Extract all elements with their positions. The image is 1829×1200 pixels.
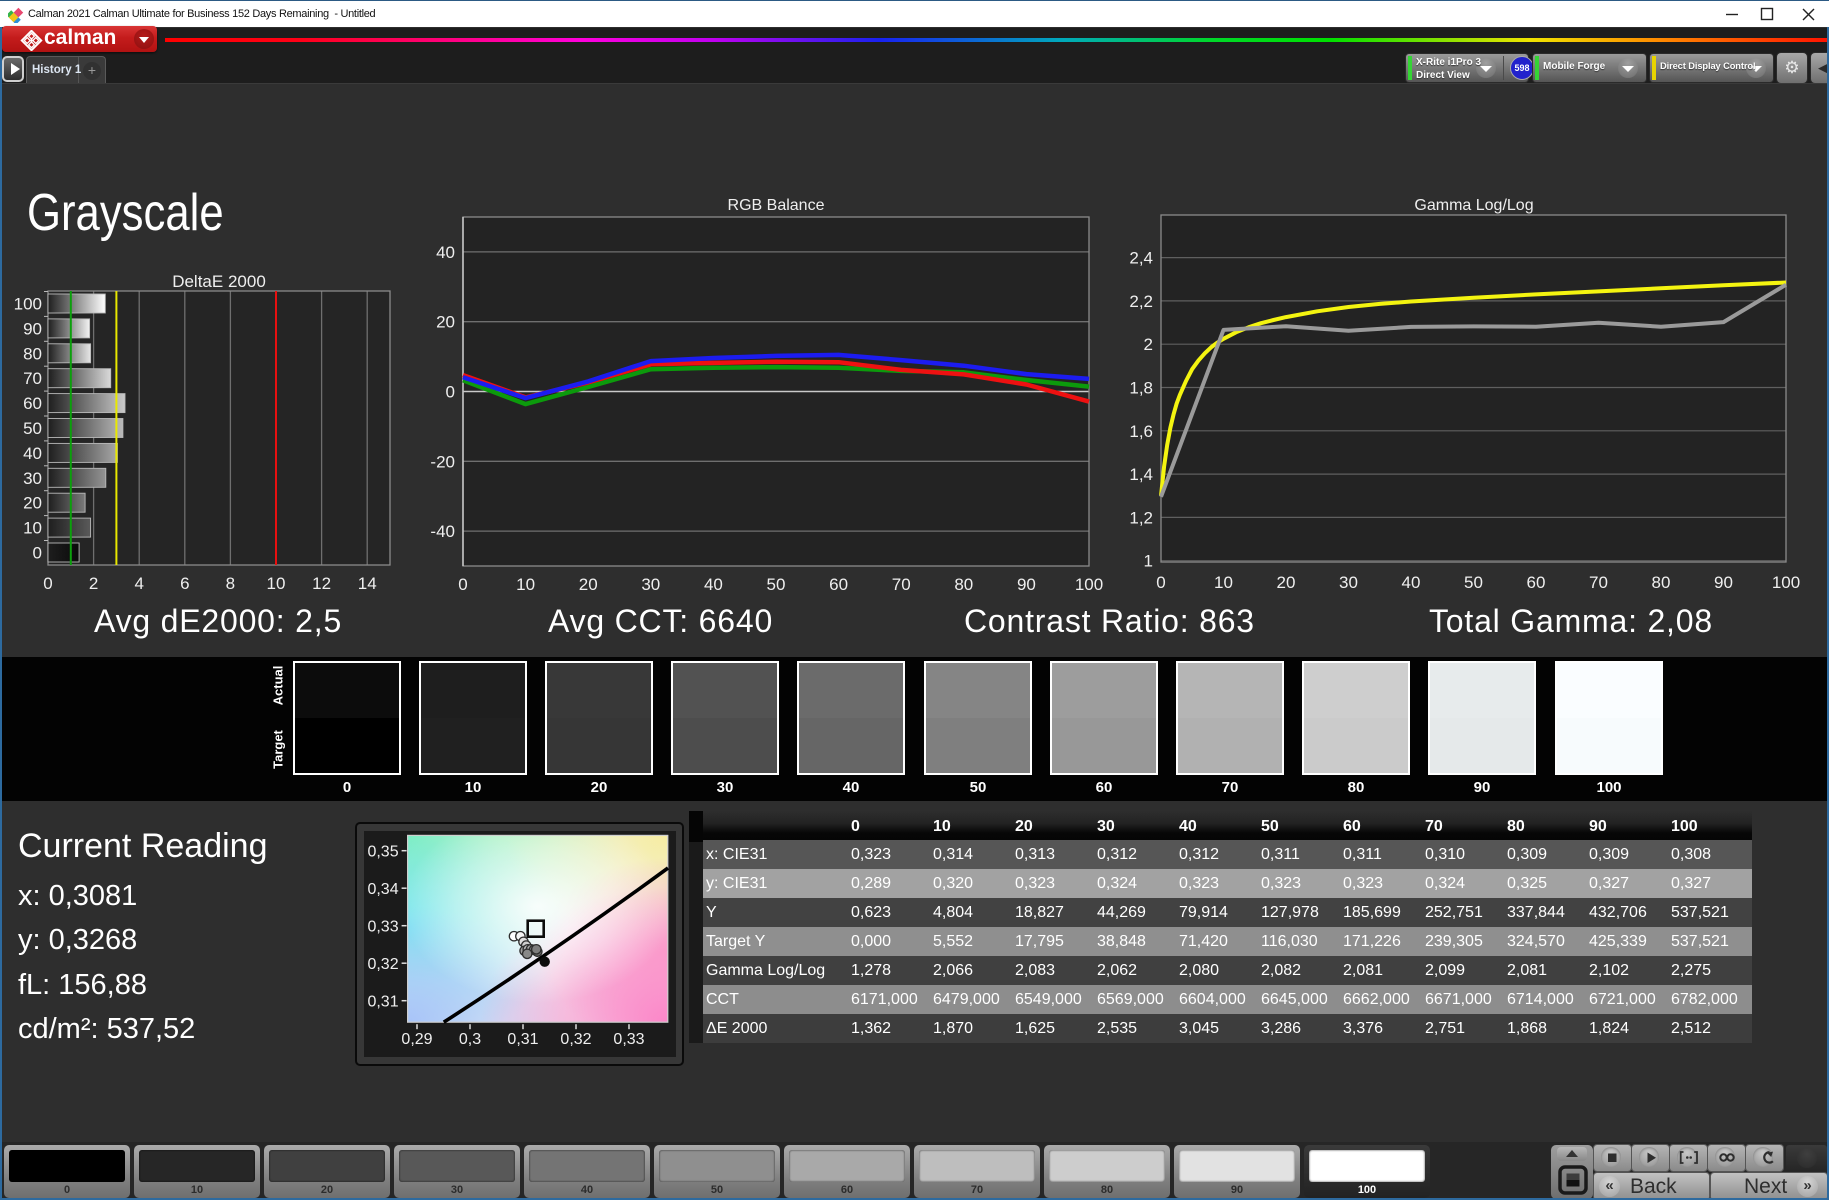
svg-text:0,33: 0,33 <box>613 1031 644 1048</box>
svg-text:80: 80 <box>1652 573 1671 592</box>
svg-text:20: 20 <box>1277 573 1296 592</box>
svg-text:90: 90 <box>1017 575 1036 594</box>
svg-text:40: 40 <box>704 575 723 594</box>
svg-text:40: 40 <box>436 243 455 262</box>
svg-text:0: 0 <box>458 575 467 594</box>
svg-text:RGB Balance: RGB Balance <box>728 197 825 214</box>
svg-text:-20: -20 <box>430 452 455 471</box>
svg-text:80: 80 <box>954 575 973 594</box>
svg-text:100: 100 <box>1075 575 1103 594</box>
svg-text:90: 90 <box>1714 573 1733 592</box>
svg-text:0: 0 <box>33 544 42 563</box>
svg-text:2,2: 2,2 <box>1129 292 1153 311</box>
svg-text:70: 70 <box>892 575 911 594</box>
svg-text:50: 50 <box>23 419 42 438</box>
svg-text:30: 30 <box>23 469 42 488</box>
svg-text:70: 70 <box>23 369 42 388</box>
svg-text:1: 1 <box>1144 552 1153 571</box>
svg-text:50: 50 <box>767 575 786 594</box>
svg-text:1,4: 1,4 <box>1129 465 1153 484</box>
svg-text:0,31: 0,31 <box>367 994 398 1011</box>
svg-text:1,8: 1,8 <box>1129 379 1153 398</box>
svg-text:30: 30 <box>1339 573 1358 592</box>
svg-text:30: 30 <box>641 575 660 594</box>
svg-text:80: 80 <box>23 344 42 363</box>
svg-text:1,2: 1,2 <box>1129 508 1153 527</box>
svg-text:60: 60 <box>23 394 42 413</box>
svg-text:2,4: 2,4 <box>1129 249 1153 268</box>
svg-text:0,32: 0,32 <box>367 956 398 973</box>
svg-text:DeltaE 2000: DeltaE 2000 <box>172 272 266 291</box>
svg-text:-40: -40 <box>430 522 455 541</box>
svg-text:20: 20 <box>436 313 455 332</box>
svg-text:1,6: 1,6 <box>1129 422 1153 441</box>
svg-text:0,35: 0,35 <box>367 844 398 861</box>
svg-text:60: 60 <box>1527 573 1546 592</box>
svg-text:40: 40 <box>23 444 42 463</box>
svg-text:0: 0 <box>446 383 455 402</box>
svg-text:0,29: 0,29 <box>401 1031 432 1048</box>
svg-text:4: 4 <box>134 574 143 593</box>
svg-text:70: 70 <box>1589 573 1608 592</box>
svg-text:2: 2 <box>89 574 98 593</box>
svg-text:10: 10 <box>23 519 42 538</box>
svg-text:10: 10 <box>1214 573 1233 592</box>
svg-text:0,32: 0,32 <box>560 1031 591 1048</box>
svg-text:0: 0 <box>43 574 52 593</box>
svg-text:90: 90 <box>23 319 42 338</box>
svg-text:40: 40 <box>1402 573 1421 592</box>
svg-text:14: 14 <box>358 574 377 593</box>
svg-text:0: 0 <box>1156 573 1165 592</box>
svg-text:20: 20 <box>579 575 598 594</box>
svg-text:0,34: 0,34 <box>367 881 398 898</box>
svg-text:0,31: 0,31 <box>507 1031 538 1048</box>
svg-text:2: 2 <box>1144 335 1153 354</box>
svg-text:50: 50 <box>1464 573 1483 592</box>
svg-text:10: 10 <box>516 575 535 594</box>
svg-text:8: 8 <box>226 574 235 593</box>
svg-text:0,33: 0,33 <box>367 919 398 936</box>
svg-text:100: 100 <box>14 295 42 314</box>
svg-text:12: 12 <box>312 574 331 593</box>
svg-text:Gamma Log/Log: Gamma Log/Log <box>1414 197 1533 214</box>
svg-text:0,3: 0,3 <box>459 1031 481 1048</box>
svg-text:6: 6 <box>180 574 189 593</box>
svg-text:20: 20 <box>23 494 42 513</box>
svg-text:60: 60 <box>829 575 848 594</box>
svg-text:10: 10 <box>267 574 286 593</box>
svg-text:100: 100 <box>1772 573 1800 592</box>
